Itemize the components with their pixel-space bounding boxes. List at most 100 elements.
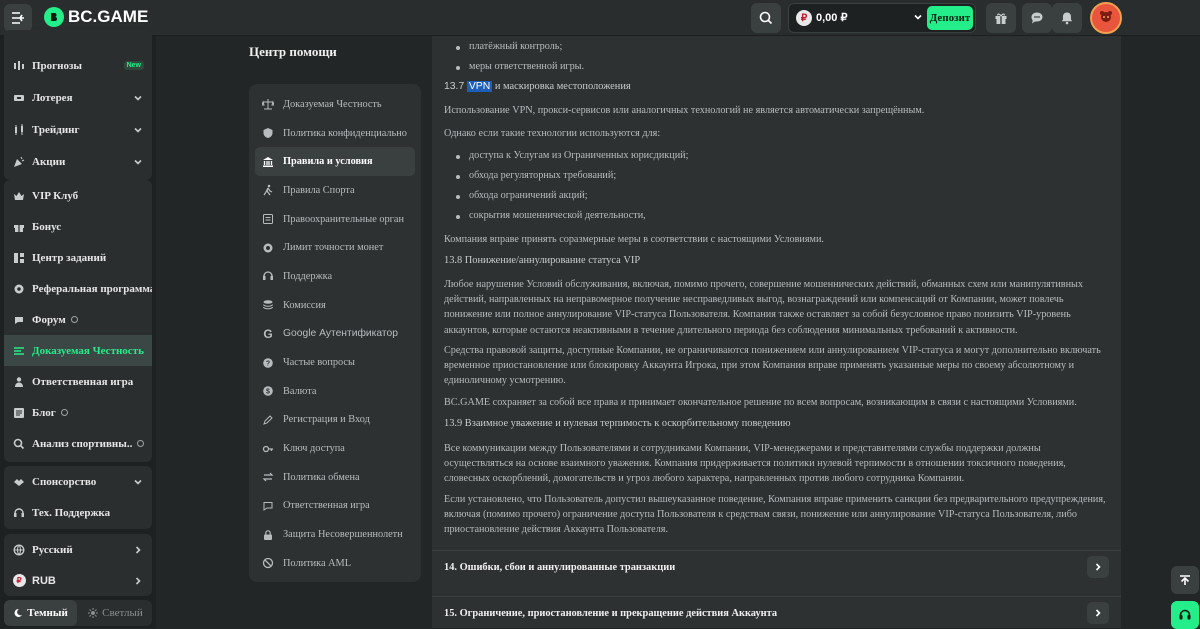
user-avatar[interactable] <box>1090 2 1122 34</box>
help-nav-google-auth[interactable]: G Google Аутентификатор <box>255 320 415 349</box>
key-icon <box>261 442 275 456</box>
chevron-down-icon <box>132 93 144 103</box>
sidebar-item-label: Форум <box>32 314 152 326</box>
sidebar-item-promotions[interactable]: Акции <box>4 146 152 177</box>
forecast-icon <box>12 59 26 73</box>
avatar-icon <box>1100 11 1112 22</box>
sidebar-item-responsible-gaming[interactable]: Ответственная игра <box>4 366 152 397</box>
sidebar-item-label: Прогнозы <box>32 59 83 72</box>
prohibited-icon <box>261 556 275 570</box>
search-button[interactable] <box>751 3 781 33</box>
sidebar-item-currency[interactable]: ₽ RUB <box>4 565 152 596</box>
party-popper-icon <box>12 155 26 169</box>
menu-toggle-button[interactable] <box>4 4 32 32</box>
help-nav-currency[interactable]: $ Валюта <box>255 377 415 406</box>
notifications-button[interactable] <box>1052 3 1082 33</box>
headset-icon <box>12 506 26 520</box>
sidebar-item-label: Доказуемая Честность <box>32 344 144 357</box>
paragraph: Если установлено, что Пользователь допус… <box>444 494 1106 536</box>
sidebar-item-label: Спонсорство <box>32 475 97 488</box>
chevron-right-icon <box>132 545 144 555</box>
scales-icon <box>261 97 275 111</box>
help-nav-terms[interactable]: Правила и условия <box>255 147 415 177</box>
sidebar-item-lottery[interactable]: Лотерея <box>4 82 152 113</box>
list-item: меры ответственной игры. <box>455 61 585 72</box>
sun-icon <box>88 608 99 618</box>
sidebar-item-tech-support[interactable]: Тех. Поддержка <box>4 497 152 528</box>
list-item: платёжный контроль; <box>455 41 563 52</box>
help-nav-responsible-gaming[interactable]: Ответственная игра <box>255 492 415 521</box>
help-nav-faq[interactable]: ? Частые вопросы <box>255 348 415 377</box>
sidebar-item-label: Лотерея <box>32 91 73 104</box>
coin-icon <box>261 241 275 255</box>
sidebar-item-blog[interactable]: Блог <box>4 397 152 428</box>
sidebar-item-label: Реферальная программа <box>32 282 152 295</box>
sidebar-item-trading[interactable]: Трейдинг <box>4 114 152 145</box>
sidebar-item-label: Акции <box>32 155 66 168</box>
help-nav-provably-fair[interactable]: Доказуемая Честность <box>255 90 415 119</box>
sidebar-item-provably-fair[interactable]: Доказуемая Честность <box>4 335 152 366</box>
sidebar-group-community: VIP Клуб Бонус Центр заданий Реферальная… <box>4 180 152 462</box>
help-nav-aml[interactable]: Политика AML <box>255 549 415 578</box>
live-support-button[interactable] <box>1171 601 1199 629</box>
search-icon <box>759 11 773 25</box>
sidebar-item-referral[interactable]: Реферальная программа <box>4 273 152 304</box>
terms-content: платёжный контроль; меры ответственной и… <box>432 36 1121 628</box>
candlestick-icon <box>12 123 26 137</box>
expand-button[interactable] <box>1087 602 1109 624</box>
section-heading-13-7: 13.7 VPN и маскировка местоположения <box>444 81 631 92</box>
sidebar-item-task-center[interactable]: Центр заданий <box>4 242 152 273</box>
sidebar-item-sports-analysis[interactable]: Анализ спортивны... <box>4 428 152 459</box>
accordion-section-15[interactable]: 15. Ограничение, приостановление и прекр… <box>432 596 1121 628</box>
sidebar-item-sponsorship[interactable]: Спонсорство <box>4 466 152 497</box>
globe-icon <box>12 543 26 557</box>
help-nav-support[interactable]: Поддержка <box>255 262 415 291</box>
theme-dark-button[interactable]: Темный <box>4 600 77 626</box>
sidebar-item-label: Блог <box>32 407 152 419</box>
help-nav-sports-rules[interactable]: Правила Спорта <box>255 176 415 205</box>
help-nav-exchange[interactable]: Политика обмена <box>255 463 415 492</box>
sidebar-item-language[interactable]: Русский <box>4 534 152 565</box>
help-nav-privacy[interactable]: Политика конфиденциально <box>255 119 415 148</box>
help-nav-fees[interactable]: Комиссия <box>255 291 415 320</box>
document-icon <box>261 212 275 226</box>
help-nav-passkey[interactable]: Ключ доступа <box>255 434 415 463</box>
sidebar-item-forum[interactable]: Форум <box>4 304 152 335</box>
scroll-to-top-button[interactable] <box>1171 566 1199 594</box>
sidebar-item-label: Анализ спортивны... <box>32 437 132 450</box>
help-nav-law-enforcement[interactable]: Правоохранительные орган <box>255 205 415 234</box>
sidebar-item-label: Центр заданий <box>32 251 107 264</box>
theme-switcher: Темный Светлый <box>4 600 152 626</box>
deposit-button[interactable]: Депозит <box>927 6 973 30</box>
crown-icon <box>12 189 26 203</box>
top-bar: BC.GAME ₽ 0,00 ₽ Депозит <box>0 0 1200 36</box>
chevron-down-icon <box>132 125 144 135</box>
sidebar-item-bonus[interactable]: Бонус <box>4 211 152 242</box>
gift-icon <box>995 13 1007 24</box>
sidebar-item-forecasts[interactable]: Прогнозы New <box>4 50 152 81</box>
paragraph: Все коммуникации между Пользователями и … <box>444 443 1066 485</box>
help-nav-registration[interactable]: Регистрация и Вход <box>255 406 415 435</box>
help-nav-coin-precision[interactable]: Лимит точности монет <box>255 233 415 262</box>
moon-icon <box>14 608 23 617</box>
rewards-button[interactable] <box>986 3 1016 33</box>
headset-icon <box>1179 609 1191 620</box>
list-item: обхода регуляторных требований; <box>455 170 617 181</box>
chevron-right-icon <box>1095 563 1101 571</box>
expand-button[interactable] <box>1087 556 1109 578</box>
menu-icon <box>12 12 24 24</box>
help-nav-minors[interactable]: Защита Несовершеннолетн <box>255 520 415 549</box>
sidebar-item-vip-club[interactable]: VIP Клуб <box>4 180 152 211</box>
tasks-icon <box>12 251 26 265</box>
chat-button[interactable] <box>1022 3 1052 33</box>
lock-icon <box>261 528 275 542</box>
sidebar-item-label: Ответственная игра <box>32 375 134 388</box>
wallet-selector[interactable]: ₽ 0,00 ₽ Депозит <box>788 3 976 33</box>
chat-icon <box>261 499 275 513</box>
paragraph: Однако если такие технологии используютс… <box>444 128 661 139</box>
brand-logo[interactable]: BC.GAME <box>44 7 148 27</box>
bank-icon <box>261 155 275 169</box>
theme-light-button[interactable]: Светлый <box>79 600 152 626</box>
accordion-section-14[interactable]: 14. Ошибки, сбои и аннулированные транза… <box>432 550 1121 586</box>
chevron-down-icon <box>132 157 144 167</box>
